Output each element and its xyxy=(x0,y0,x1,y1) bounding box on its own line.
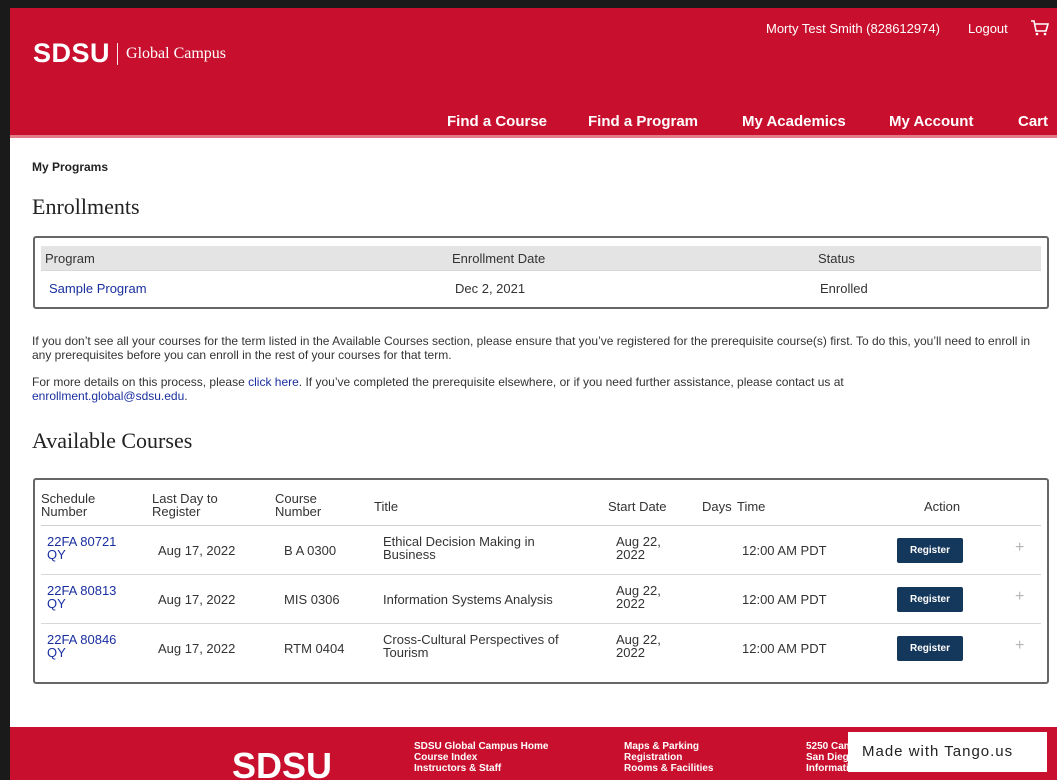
col-last-day: Last Day to Register xyxy=(152,491,218,519)
prerequisite-notice: If you don’t see all your courses for th… xyxy=(32,334,1031,362)
course-title: Cross-Cultural Perspectives of Tourism xyxy=(383,632,559,660)
last-day: Aug 17, 2022 xyxy=(158,641,236,656)
col-days: Days xyxy=(702,499,732,514)
available-courses-table: Schedule Number Last Day to Register Cou… xyxy=(33,478,1049,684)
register-button[interactable]: Register xyxy=(897,538,963,563)
logo-divider xyxy=(117,42,119,65)
time: 12:00 AM PDT xyxy=(742,543,827,558)
schedule-number-link[interactable]: 22FA 80721 QY xyxy=(47,535,127,561)
enrollment-status: Enrolled xyxy=(820,281,868,296)
expand-plus-icon[interactable]: + xyxy=(1015,539,1024,557)
schedule-number-link[interactable]: 22FA 80813 QY xyxy=(47,584,127,610)
start-date: Aug 22, 2022 xyxy=(616,632,661,660)
footer-link-home[interactable]: SDSU Global Campus Home xyxy=(414,741,548,752)
col-status: Status xyxy=(818,251,855,266)
col-program: Program xyxy=(45,251,95,266)
nav-find-a-course[interactable]: Find a Course xyxy=(447,113,547,130)
col-start-date: Start Date xyxy=(608,499,667,514)
courses-header-row: Schedule Number Last Day to Register Cou… xyxy=(41,486,1041,526)
course-title: Ethical Decision Making in Business xyxy=(383,534,535,562)
footer-link-registration[interactable]: Registration xyxy=(624,752,713,763)
nav-my-academics[interactable]: My Academics xyxy=(742,113,846,130)
time: 12:00 AM PDT xyxy=(742,641,827,656)
last-day: Aug 17, 2022 xyxy=(158,592,236,607)
table-row: 22FA 80846 QY Aug 17, 2022 RTM 0404 Cros… xyxy=(41,624,1041,673)
register-button[interactable]: Register xyxy=(897,636,963,661)
col-course-number: Course Number xyxy=(275,491,322,519)
enrollments-header-row: Program Enrollment Date Status xyxy=(41,246,1041,270)
email-suffix: . xyxy=(184,389,188,403)
course-number: B A 0300 xyxy=(284,543,337,558)
start-date: Aug 22, 2022 xyxy=(616,534,661,562)
nav-my-account[interactable]: My Account xyxy=(889,113,973,130)
register-button[interactable]: Register xyxy=(897,587,963,612)
cart-icon[interactable] xyxy=(1030,19,1050,37)
col-title: Title xyxy=(374,499,399,514)
logo-brand: SDSU xyxy=(33,38,111,68)
logout-link[interactable]: Logout xyxy=(968,21,1008,36)
last-day: Aug 17, 2022 xyxy=(158,543,236,558)
tango-watermark: Made with Tango.us xyxy=(848,732,1047,772)
available-courses-heading: Available Courses xyxy=(32,428,193,453)
main-nav: Find a Course Find a Program My Academic… xyxy=(10,113,1057,133)
sdsu-global-campus-logo[interactable]: SDSU Global Campus xyxy=(33,38,226,69)
expand-plus-icon[interactable]: + xyxy=(1015,588,1024,606)
table-row: 22FA 80813 QY Aug 17, 2022 MIS 0306 Info… xyxy=(41,575,1041,624)
time: 12:00 AM PDT xyxy=(742,592,827,607)
site-header: SDSU Global Campus Morty Test Smith (828… xyxy=(10,8,1057,138)
col-enrollment-date: Enrollment Date xyxy=(452,251,546,266)
details-text-end: . If you’ve completed the prerequisite e… xyxy=(298,375,844,389)
program-link[interactable]: Sample Program xyxy=(49,281,147,296)
nav-find-a-program[interactable]: Find a Program xyxy=(588,113,698,130)
start-date: Aug 22, 2022 xyxy=(616,583,661,611)
footer-link-course-index[interactable]: Course Index xyxy=(414,752,548,763)
course-title: Information Systems Analysis xyxy=(383,592,553,607)
course-number: RTM 0404 xyxy=(284,641,345,656)
breadcrumb: My Programs xyxy=(32,160,109,174)
col-action: Action xyxy=(924,499,961,514)
details-text-start: For more details on this process, please xyxy=(32,375,249,389)
footer-logo[interactable]: SDSU xyxy=(232,745,332,780)
expand-plus-icon[interactable]: + xyxy=(1015,637,1024,655)
footer-link-instructors[interactable]: Instructors & Staff xyxy=(414,763,548,774)
user-name-link[interactable]: Morty Test Smith (828612974) xyxy=(766,21,940,36)
browser-viewport: SDSU Global Campus Morty Test Smith (828… xyxy=(10,8,1057,780)
course-number: MIS 0306 xyxy=(284,592,340,607)
click-here-link[interactable]: click here xyxy=(248,375,299,389)
footer-links-col-1: SDSU Global Campus Home Course Index Ins… xyxy=(414,741,548,774)
col-time: Time xyxy=(737,499,766,514)
details-notice: For more details on this process, please… xyxy=(32,375,1052,403)
footer-link-rooms[interactable]: Rooms & Facilities xyxy=(624,763,713,774)
logo-subtitle: Global Campus xyxy=(126,44,227,62)
table-row: 22FA 80721 QY Aug 17, 2022 B A 0300 Ethi… xyxy=(41,526,1041,575)
enrollment-email-link[interactable]: enrollment.global@sdsu.edu xyxy=(32,389,184,403)
enrollment-date: Dec 2, 2021 xyxy=(455,281,526,296)
footer-links-col-2: Maps & Parking Registration Rooms & Faci… xyxy=(624,741,713,774)
nav-cart[interactable]: Cart xyxy=(1018,113,1048,130)
enrollments-heading: Enrollments xyxy=(32,194,140,219)
table-row: Sample Program Dec 2, 2021 Enrolled xyxy=(41,270,1041,304)
enrollments-table: Program Enrollment Date Status Sample Pr… xyxy=(33,236,1049,309)
footer-link-maps[interactable]: Maps & Parking xyxy=(624,741,713,752)
col-schedule-number: Schedule Number xyxy=(41,491,96,519)
schedule-number-link[interactable]: 22FA 80846 QY xyxy=(47,633,127,659)
